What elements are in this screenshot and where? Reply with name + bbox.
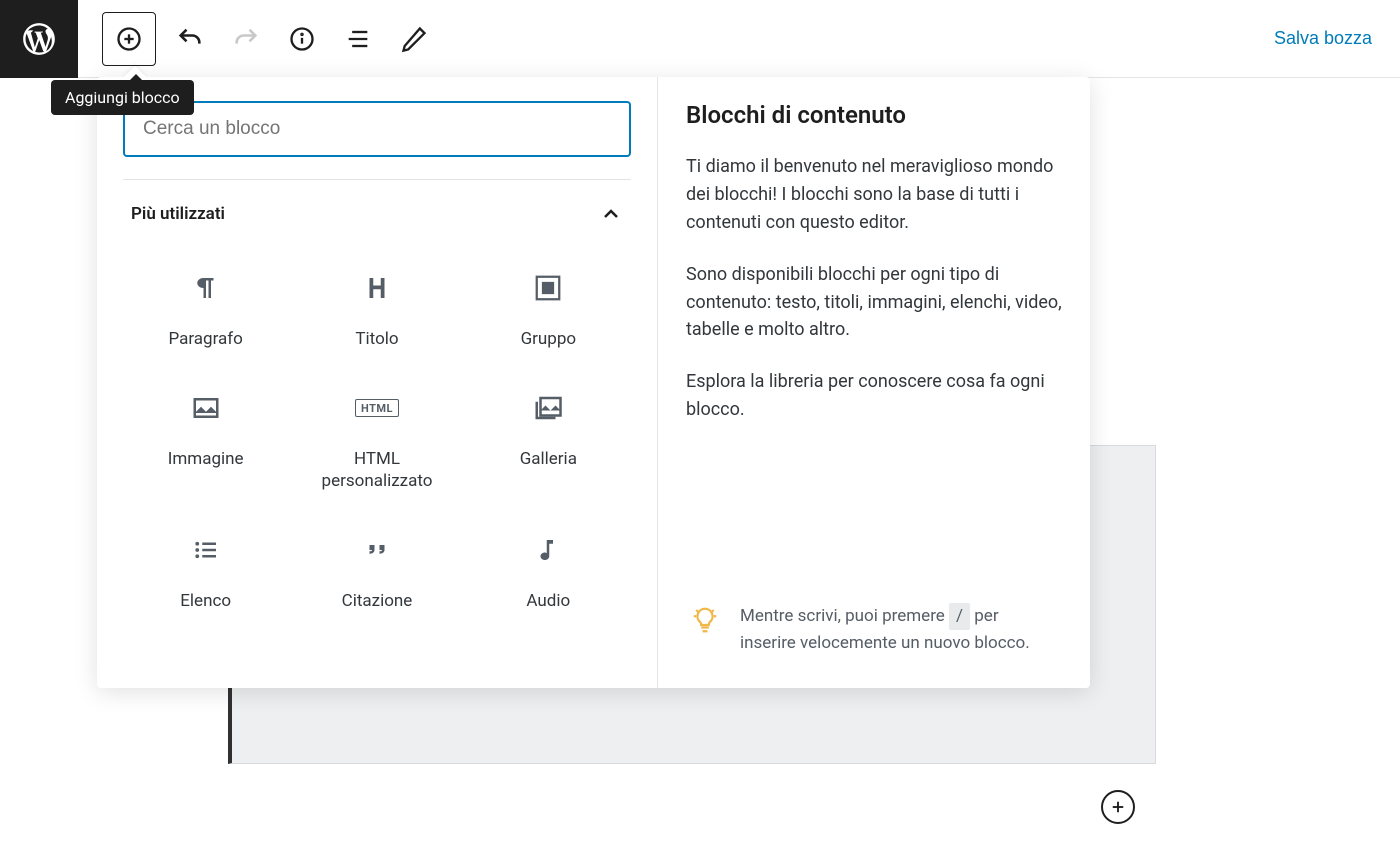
- info-paragraph-3: Esplora la libreria per conoscere cosa f…: [686, 368, 1062, 424]
- editor-toolbar: Salva bozza: [0, 0, 1400, 78]
- list-icon: [188, 532, 224, 568]
- tip-box: Mentre scrivi, puoi premere / per inseri…: [686, 595, 1062, 664]
- add-block-tooltip: Aggiungi blocco: [51, 80, 194, 115]
- paragraph-icon: [188, 270, 224, 306]
- block-item-paragraph[interactable]: Paragrafo: [123, 250, 288, 360]
- block-item-group[interactable]: Gruppo: [466, 250, 631, 360]
- image-icon: [188, 390, 224, 426]
- audio-icon: [530, 532, 566, 568]
- redo-button: [224, 17, 268, 61]
- info-title: Blocchi di contenuto: [686, 101, 1062, 129]
- block-item-list[interactable]: Elenco: [123, 512, 288, 622]
- chevron-up-icon: [599, 202, 623, 226]
- outline-icon: [344, 25, 372, 53]
- block-item-audio[interactable]: Audio: [466, 512, 631, 622]
- outline-button[interactable]: [336, 17, 380, 61]
- block-item-gallery[interactable]: Galleria: [466, 370, 631, 502]
- wordpress-logo[interactable]: [0, 0, 78, 78]
- heading-icon: [359, 270, 395, 306]
- info-icon: [288, 25, 316, 53]
- toolbar-buttons: [78, 12, 436, 66]
- save-draft-button[interactable]: Salva bozza: [1264, 20, 1382, 57]
- html-icon: HTML: [359, 390, 395, 426]
- section-title: Più utilizzati: [131, 204, 225, 224]
- group-icon: [530, 270, 566, 306]
- floating-add-button[interactable]: [1101, 790, 1135, 824]
- section-header-most-used[interactable]: Più utilizzati: [123, 180, 631, 236]
- search-input[interactable]: [123, 101, 631, 157]
- slash-key: /: [949, 603, 970, 629]
- undo-button[interactable]: [168, 17, 212, 61]
- gallery-icon: [530, 390, 566, 426]
- undo-icon: [176, 25, 204, 53]
- quote-icon: [359, 532, 395, 568]
- info-button[interactable]: [280, 17, 324, 61]
- wordpress-icon: [20, 20, 58, 58]
- block-grid: Paragrafo Titolo Gruppo Immagine HTML HT…: [123, 236, 631, 622]
- block-inserter-left: Più utilizzati Paragrafo Titolo Gruppo I…: [97, 77, 657, 688]
- info-paragraph-1: Ti diamo il benvenuto nel meraviglioso m…: [686, 153, 1062, 237]
- block-item-heading[interactable]: Titolo: [294, 250, 459, 360]
- info-paragraph-2: Sono disponibili blocchi per ogni tipo d…: [686, 261, 1062, 345]
- redo-icon: [232, 25, 260, 53]
- edit-button[interactable]: [392, 17, 436, 61]
- block-inserter-popover: Più utilizzati Paragrafo Titolo Gruppo I…: [97, 77, 1090, 688]
- block-item-quote[interactable]: Citazione: [294, 512, 459, 622]
- lightbulb-icon: [690, 605, 720, 635]
- pencil-icon: [400, 25, 428, 53]
- block-item-image[interactable]: Immagine: [123, 370, 288, 502]
- block-item-html[interactable]: HTML HTML personalizzato: [294, 370, 459, 502]
- tip-text: Mentre scrivi, puoi premere / per inseri…: [740, 603, 1058, 656]
- block-inserter-right: Blocchi di contenuto Ti diamo il benvenu…: [657, 77, 1090, 688]
- add-block-button[interactable]: [102, 12, 156, 66]
- plus-circle-icon: [115, 25, 143, 53]
- plus-icon: [1109, 798, 1127, 816]
